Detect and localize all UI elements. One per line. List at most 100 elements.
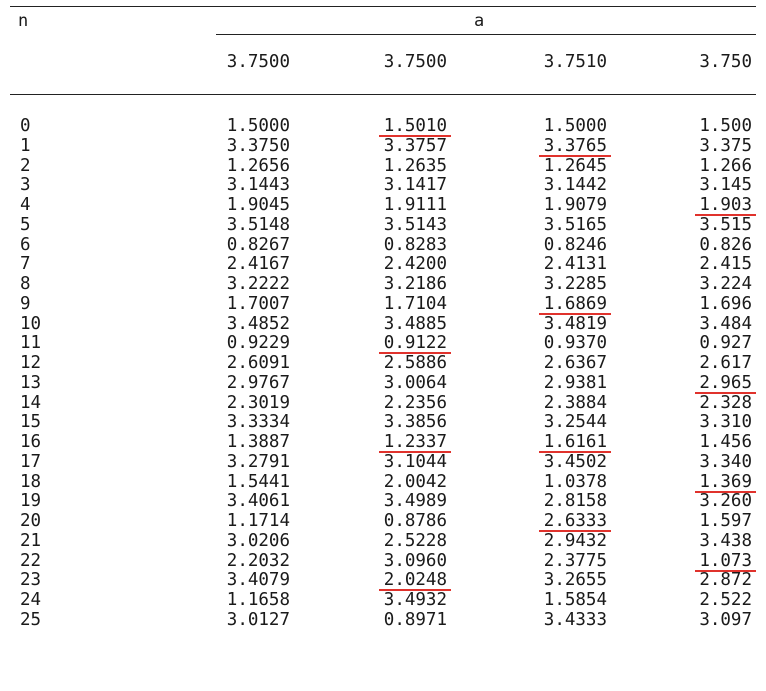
- table-cell: 1.2337: [383, 432, 447, 452]
- row-index: 6: [20, 234, 31, 255]
- table-cell: 1.9045: [226, 195, 290, 215]
- row-index: 10: [20, 313, 42, 334]
- table-cell: 1.369: [699, 471, 752, 492]
- table-cell: 2.6367: [543, 353, 607, 373]
- row-index: 0: [20, 116, 31, 136]
- table-cell: 3.3856: [383, 412, 447, 433]
- row-index: 16: [20, 432, 42, 452]
- column-header-1: 3.7500: [383, 52, 447, 72]
- table-cell: 3.3334: [226, 412, 290, 433]
- table-cell: 3.4333: [543, 609, 607, 630]
- data-table: n a 3.7500 3.7500 3.7510 3.750 0 1.5000 1.501…: [0, 0, 766, 691]
- table-cell: 2.415: [699, 254, 752, 275]
- index-header: n: [18, 11, 29, 31]
- row-index: 11: [20, 333, 42, 354]
- table-cell: 1.9111: [383, 195, 447, 215]
- table-cell: 1.7104: [383, 293, 447, 314]
- table-cell: 3.0960: [383, 550, 447, 571]
- row-index: 13: [20, 372, 42, 393]
- table-cell: 3.1044: [383, 451, 447, 472]
- table-cell: 0.826: [699, 234, 752, 255]
- table-cell: 1.597: [699, 511, 752, 531]
- table-cell: 3.438: [699, 530, 752, 551]
- table-cell: 3.2791: [226, 451, 290, 472]
- table-cell: 3.4061: [226, 491, 290, 512]
- table-cell: 2.4131: [543, 254, 607, 275]
- table-cell: 3.3757: [383, 135, 447, 156]
- header-bottom-rule: [10, 94, 756, 95]
- row-index: 9: [20, 293, 31, 314]
- table-cell: 3.2544: [543, 412, 607, 433]
- table-cell: 1.5000: [226, 116, 290, 136]
- table-cell: 2.6333: [543, 511, 607, 531]
- table-cell: 2.8158: [543, 491, 607, 512]
- table-cell: 1.0378: [543, 471, 607, 492]
- table-cell: 1.1658: [226, 590, 290, 610]
- table-cell: 2.2356: [383, 392, 447, 413]
- table-cell: 3.0127: [226, 609, 290, 630]
- row-index: 4: [20, 195, 31, 215]
- table-cell: 3.2285: [543, 274, 607, 294]
- table-cell: 2.6091: [226, 353, 290, 373]
- table-cell: 0.8267: [226, 234, 290, 255]
- table-cell: 1.5000: [543, 116, 607, 136]
- row-index: 14: [20, 392, 42, 413]
- table-cell: 0.8971: [383, 609, 447, 630]
- table-cell: 1.903: [699, 195, 752, 215]
- table-cell: 3.3750: [226, 135, 290, 156]
- table-cell: 3.4079: [226, 570, 290, 591]
- table-cell: 0.8786: [383, 511, 447, 531]
- row-index: 3: [20, 175, 31, 196]
- table-cell: 1.6869: [543, 293, 607, 314]
- row-index: 18: [20, 471, 42, 492]
- table-cell: 2.522: [699, 590, 752, 610]
- table-cell: 3.4885: [383, 313, 447, 334]
- table-cell: 3.0064: [383, 372, 447, 393]
- row-index: 24: [20, 590, 42, 610]
- row-index: 15: [20, 412, 42, 433]
- table-cell: 1.9079: [543, 195, 607, 215]
- table-cell: 1.456: [699, 432, 752, 452]
- table-cell: 1.3887: [226, 432, 290, 452]
- table-cell: 2.9767: [226, 372, 290, 393]
- row-index: 5: [20, 214, 31, 235]
- table-cell: 3.097: [699, 609, 752, 630]
- group-rule: [216, 34, 756, 35]
- table-cell: 3.3765: [543, 135, 607, 156]
- table-cell: 3.484: [699, 313, 752, 334]
- table-cell: 1.1714: [226, 511, 290, 531]
- column-header-2: 3.7510: [543, 52, 607, 72]
- table-cell: 2.9381: [543, 372, 607, 393]
- table-cell: 0.9370: [543, 333, 607, 354]
- table-cell: 2.872: [699, 570, 752, 591]
- row-index: 1: [20, 135, 31, 156]
- table-cell: 1.5441: [226, 471, 290, 492]
- table-cell: 3.2655: [543, 570, 607, 591]
- table-cell: 0.8283: [383, 234, 447, 255]
- table-cell: 2.617: [699, 353, 752, 373]
- table-cell: 3.4989: [383, 491, 447, 512]
- table-cell: 2.9432: [543, 530, 607, 551]
- table-cell: 1.073: [699, 550, 752, 571]
- table-cell: 0.8246: [543, 234, 607, 255]
- table-cell: 1.696: [699, 293, 752, 314]
- table-cell: 2.4167: [226, 254, 290, 275]
- table-cell: 2.965: [699, 372, 752, 393]
- table-cell: 2.0248: [383, 570, 447, 591]
- table-cell: 2.3884: [543, 392, 607, 413]
- table-cell: 1.5854: [543, 590, 607, 610]
- table-cell: 3.4852: [226, 313, 290, 334]
- table-cell: 3.260: [699, 491, 752, 512]
- table-cell: 1.2635: [383, 155, 447, 176]
- column-header-3: 3.750: [699, 52, 752, 72]
- row-index: 21: [20, 530, 42, 551]
- table-cell: 1.500: [699, 116, 752, 136]
- table-cell: 3.340: [699, 451, 752, 472]
- row-index: 22: [20, 550, 42, 571]
- table-cell: 3.0206: [226, 530, 290, 551]
- table-cell: 2.4200: [383, 254, 447, 275]
- table-cell: 2.5228: [383, 530, 447, 551]
- row-index: 8: [20, 274, 31, 294]
- table-cell: 2.3775: [543, 550, 607, 571]
- row-index: 20: [20, 511, 42, 531]
